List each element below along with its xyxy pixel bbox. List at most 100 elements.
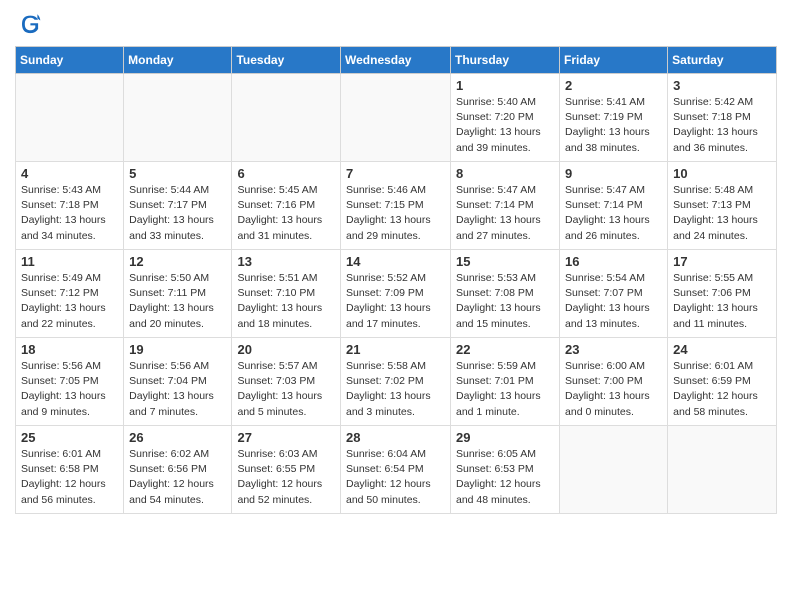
day-number: 29 <box>456 430 554 445</box>
day-detail: Sunrise: 6:02 AMSunset: 6:56 PMDaylight:… <box>129 447 226 508</box>
day-number: 19 <box>129 342 226 357</box>
calendar-cell: 14 Sunrise: 5:52 AMSunset: 7:09 PMDayligh… <box>341 250 451 338</box>
day-detail: Sunrise: 5:42 AMSunset: 7:18 PMDaylight:… <box>673 95 771 156</box>
day-number: 18 <box>21 342 118 357</box>
day-number: 14 <box>346 254 445 269</box>
day-number: 23 <box>565 342 662 357</box>
calendar-cell <box>560 426 668 514</box>
day-header-friday: Friday <box>560 47 668 74</box>
day-detail: Sunrise: 6:03 AMSunset: 6:55 PMDaylight:… <box>237 447 335 508</box>
day-number: 6 <box>237 166 335 181</box>
day-detail: Sunrise: 5:50 AMSunset: 7:11 PMDaylight:… <box>129 271 226 332</box>
calendar-cell: 6 Sunrise: 5:45 AMSunset: 7:16 PMDaylight… <box>232 162 341 250</box>
week-row-2: 4 Sunrise: 5:43 AMSunset: 7:18 PMDaylight… <box>16 162 777 250</box>
day-header-sunday: Sunday <box>16 47 124 74</box>
day-detail: Sunrise: 5:59 AMSunset: 7:01 PMDaylight:… <box>456 359 554 420</box>
day-detail: Sunrise: 5:54 AMSunset: 7:07 PMDaylight:… <box>565 271 662 332</box>
calendar-cell: 29 Sunrise: 6:05 AMSunset: 6:53 PMDayligh… <box>451 426 560 514</box>
day-detail: Sunrise: 5:40 AMSunset: 7:20 PMDaylight:… <box>456 95 554 156</box>
day-detail: Sunrise: 6:04 AMSunset: 6:54 PMDaylight:… <box>346 447 445 508</box>
day-number: 13 <box>237 254 335 269</box>
day-number: 7 <box>346 166 445 181</box>
day-detail: Sunrise: 6:01 AMSunset: 6:59 PMDaylight:… <box>673 359 771 420</box>
calendar-cell: 25 Sunrise: 6:01 AMSunset: 6:58 PMDayligh… <box>16 426 124 514</box>
day-number: 5 <box>129 166 226 181</box>
day-number: 2 <box>565 78 662 93</box>
day-detail: Sunrise: 5:51 AMSunset: 7:10 PMDaylight:… <box>237 271 335 332</box>
day-detail: Sunrise: 5:58 AMSunset: 7:02 PMDaylight:… <box>346 359 445 420</box>
day-detail: Sunrise: 5:45 AMSunset: 7:16 PMDaylight:… <box>237 183 335 244</box>
day-detail: Sunrise: 5:48 AMSunset: 7:13 PMDaylight:… <box>673 183 771 244</box>
calendar-cell: 12 Sunrise: 5:50 AMSunset: 7:11 PMDayligh… <box>124 250 232 338</box>
day-header-monday: Monday <box>124 47 232 74</box>
calendar-cell: 19 Sunrise: 5:56 AMSunset: 7:04 PMDayligh… <box>124 338 232 426</box>
calendar-cell: 23 Sunrise: 6:00 AMSunset: 7:00 PMDayligh… <box>560 338 668 426</box>
day-detail: Sunrise: 5:55 AMSunset: 7:06 PMDaylight:… <box>673 271 771 332</box>
day-number: 27 <box>237 430 335 445</box>
day-detail: Sunrise: 5:53 AMSunset: 7:08 PMDaylight:… <box>456 271 554 332</box>
day-detail: Sunrise: 5:44 AMSunset: 7:17 PMDaylight:… <box>129 183 226 244</box>
calendar-cell <box>124 74 232 162</box>
calendar-table: SundayMondayTuesdayWednesdayThursdayFrid… <box>15 46 777 514</box>
day-detail: Sunrise: 6:05 AMSunset: 6:53 PMDaylight:… <box>456 447 554 508</box>
calendar-cell: 16 Sunrise: 5:54 AMSunset: 7:07 PMDayligh… <box>560 250 668 338</box>
calendar-cell: 2 Sunrise: 5:41 AMSunset: 7:19 PMDaylight… <box>560 74 668 162</box>
day-number: 26 <box>129 430 226 445</box>
day-header-wednesday: Wednesday <box>341 47 451 74</box>
calendar-cell: 26 Sunrise: 6:02 AMSunset: 6:56 PMDayligh… <box>124 426 232 514</box>
week-row-3: 11 Sunrise: 5:49 AMSunset: 7:12 PMDayligh… <box>16 250 777 338</box>
calendar-cell: 13 Sunrise: 5:51 AMSunset: 7:10 PMDayligh… <box>232 250 341 338</box>
day-number: 22 <box>456 342 554 357</box>
logo-icon <box>15 10 43 38</box>
calendar-cell: 5 Sunrise: 5:44 AMSunset: 7:17 PMDaylight… <box>124 162 232 250</box>
day-header-thursday: Thursday <box>451 47 560 74</box>
calendar-cell: 10Sunrise: 5:48 AMSunset: 7:13 PMDayligh… <box>668 162 777 250</box>
day-header-saturday: Saturday <box>668 47 777 74</box>
calendar-cell: 11 Sunrise: 5:49 AMSunset: 7:12 PMDayligh… <box>16 250 124 338</box>
day-number: 15 <box>456 254 554 269</box>
week-row-5: 25 Sunrise: 6:01 AMSunset: 6:58 PMDayligh… <box>16 426 777 514</box>
day-detail: Sunrise: 5:47 AMSunset: 7:14 PMDaylight:… <box>565 183 662 244</box>
calendar-cell: 3 Sunrise: 5:42 AMSunset: 7:18 PMDaylight… <box>668 74 777 162</box>
calendar-cell: 1Sunrise: 5:40 AMSunset: 7:20 PMDaylight… <box>451 74 560 162</box>
day-number: 11 <box>21 254 118 269</box>
day-number: 3 <box>673 78 771 93</box>
day-detail: Sunrise: 6:00 AMSunset: 7:00 PMDaylight:… <box>565 359 662 420</box>
day-detail: Sunrise: 5:52 AMSunset: 7:09 PMDaylight:… <box>346 271 445 332</box>
calendar-cell: 27 Sunrise: 6:03 AMSunset: 6:55 PMDayligh… <box>232 426 341 514</box>
calendar-cell: 21Sunrise: 5:58 AMSunset: 7:02 PMDayligh… <box>341 338 451 426</box>
calendar-cell <box>16 74 124 162</box>
calendar-cell: 9 Sunrise: 5:47 AMSunset: 7:14 PMDaylight… <box>560 162 668 250</box>
logo <box>15 10 47 38</box>
calendar-cell: 8 Sunrise: 5:47 AMSunset: 7:14 PMDaylight… <box>451 162 560 250</box>
day-number: 8 <box>456 166 554 181</box>
day-detail: Sunrise: 5:57 AMSunset: 7:03 PMDaylight:… <box>237 359 335 420</box>
day-detail: Sunrise: 5:47 AMSunset: 7:14 PMDaylight:… <box>456 183 554 244</box>
day-detail: Sunrise: 5:41 AMSunset: 7:19 PMDaylight:… <box>565 95 662 156</box>
day-number: 17 <box>673 254 771 269</box>
calendar-cell: 20 Sunrise: 5:57 AMSunset: 7:03 PMDayligh… <box>232 338 341 426</box>
day-detail: Sunrise: 5:43 AMSunset: 7:18 PMDaylight:… <box>21 183 118 244</box>
week-row-4: 18 Sunrise: 5:56 AMSunset: 7:05 PMDayligh… <box>16 338 777 426</box>
calendar-cell: 28 Sunrise: 6:04 AMSunset: 6:54 PMDayligh… <box>341 426 451 514</box>
day-detail: Sunrise: 6:01 AMSunset: 6:58 PMDaylight:… <box>21 447 118 508</box>
day-number: 28 <box>346 430 445 445</box>
day-detail: Sunrise: 5:56 AMSunset: 7:04 PMDaylight:… <box>129 359 226 420</box>
calendar-cell: 4 Sunrise: 5:43 AMSunset: 7:18 PMDaylight… <box>16 162 124 250</box>
day-number: 16 <box>565 254 662 269</box>
page-header <box>15 10 777 38</box>
calendar-cell <box>232 74 341 162</box>
day-number: 4 <box>21 166 118 181</box>
day-header-tuesday: Tuesday <box>232 47 341 74</box>
day-detail: Sunrise: 5:46 AMSunset: 7:15 PMDaylight:… <box>346 183 445 244</box>
day-detail: Sunrise: 5:49 AMSunset: 7:12 PMDaylight:… <box>21 271 118 332</box>
day-number: 25 <box>21 430 118 445</box>
calendar-cell: 18 Sunrise: 5:56 AMSunset: 7:05 PMDayligh… <box>16 338 124 426</box>
day-number: 12 <box>129 254 226 269</box>
day-detail: Sunrise: 5:56 AMSunset: 7:05 PMDaylight:… <box>21 359 118 420</box>
calendar-cell <box>341 74 451 162</box>
calendar-cell: 24Sunrise: 6:01 AMSunset: 6:59 PMDayligh… <box>668 338 777 426</box>
calendar-cell: 17 Sunrise: 5:55 AMSunset: 7:06 PMDayligh… <box>668 250 777 338</box>
day-number: 9 <box>565 166 662 181</box>
day-number: 20 <box>237 342 335 357</box>
